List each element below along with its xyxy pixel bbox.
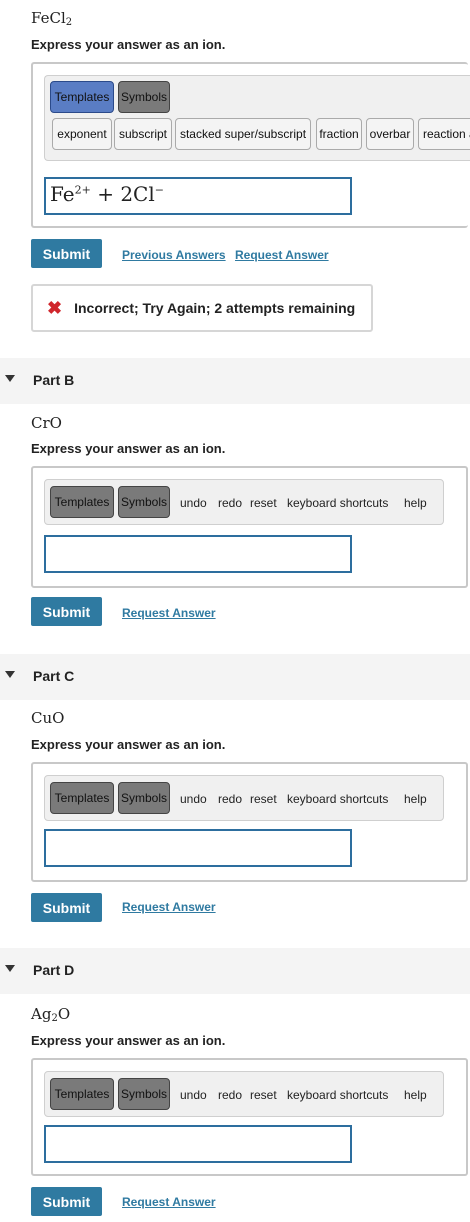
- part-d-request-answer-link[interactable]: Request Answer: [122, 1195, 216, 1209]
- previous-answers-link[interactable]: Previous Answers: [122, 248, 226, 262]
- undo-button[interactable]: undo: [180, 1088, 207, 1102]
- part-b-formula: CrO: [31, 414, 62, 432]
- part-d-submit-button[interactable]: Submit: [31, 1187, 102, 1216]
- overbar-button[interactable]: overbar: [366, 118, 414, 150]
- part-c-editor: Templates Symbols undo redo reset keyboa…: [31, 762, 468, 882]
- help-button[interactable]: help: [404, 792, 427, 806]
- part-c-title: Part C: [33, 668, 75, 684]
- keyboard-shortcuts-button[interactable]: keyboard shortcuts: [287, 496, 388, 510]
- part-b-header[interactable]: Part B: [0, 358, 470, 404]
- part-a-submit-button[interactable]: Submit: [31, 239, 102, 268]
- part-a-answer-input[interactable]: Fe2+ + 2Cl−: [44, 177, 352, 215]
- part-c-toolbar: Templates Symbols undo redo reset keyboa…: [44, 775, 444, 821]
- keyboard-shortcuts-button[interactable]: keyboard shortcuts: [287, 792, 388, 806]
- collapse-arrow-icon: [5, 375, 15, 382]
- part-b-answer-input[interactable]: [44, 535, 352, 573]
- reset-button[interactable]: reset: [250, 496, 277, 510]
- redo-button[interactable]: redo: [218, 792, 242, 806]
- part-d-title: Part D: [33, 962, 75, 978]
- help-button[interactable]: help: [404, 1088, 427, 1102]
- part-d-instruction: Express your answer as an ion.: [31, 1033, 226, 1048]
- collapse-arrow-icon: [5, 671, 15, 678]
- part-d-editor: Templates Symbols undo redo reset keyboa…: [31, 1058, 468, 1176]
- part-c-header[interactable]: Part C: [0, 654, 470, 700]
- part-b-title: Part B: [33, 372, 75, 388]
- reset-button[interactable]: reset: [250, 1088, 277, 1102]
- part-c-answer-input[interactable]: [44, 829, 352, 867]
- undo-button[interactable]: undo: [180, 792, 207, 806]
- subscript-button[interactable]: subscript: [114, 118, 172, 150]
- symbols-button[interactable]: Symbols: [118, 486, 170, 518]
- undo-button[interactable]: undo: [180, 496, 207, 510]
- redo-button[interactable]: redo: [218, 496, 242, 510]
- stacked-script-button[interactable]: stacked super/subscript: [175, 118, 311, 150]
- redo-button[interactable]: redo: [218, 1088, 242, 1102]
- help-button[interactable]: help: [404, 496, 427, 510]
- part-c-instruction: Express your answer as an ion.: [31, 737, 226, 752]
- symbols-button[interactable]: Symbols: [118, 782, 170, 814]
- part-a-instruction: Express your answer as an ion.: [31, 37, 226, 52]
- part-b-submit-button[interactable]: Submit: [31, 597, 102, 626]
- exponent-button[interactable]: exponent: [52, 118, 112, 150]
- symbols-button[interactable]: Symbols: [118, 81, 170, 113]
- collapse-arrow-icon: [5, 965, 15, 972]
- part-b-instruction: Express your answer as an ion.: [31, 441, 226, 456]
- keyboard-shortcuts-button[interactable]: keyboard shortcuts: [287, 1088, 388, 1102]
- part-b-editor: Templates Symbols undo redo reset keyboa…: [31, 466, 468, 588]
- part-d-toolbar: Templates Symbols undo redo reset keyboa…: [44, 1071, 444, 1117]
- part-b-toolbar: Templates Symbols undo redo reset keyboa…: [44, 479, 444, 525]
- part-d-header[interactable]: Part D: [0, 948, 470, 994]
- reset-button[interactable]: reset: [250, 792, 277, 806]
- part-c-formula: CuO: [31, 709, 65, 727]
- part-a-toolbar: Templates Symbols exponent subscript sta…: [44, 75, 470, 161]
- templates-button[interactable]: Templates: [50, 81, 114, 113]
- part-c-submit-button[interactable]: Submit: [31, 893, 102, 922]
- part-b-request-answer-link[interactable]: Request Answer: [122, 606, 216, 620]
- part-a-formula: FeCl2: [31, 9, 73, 28]
- part-d-answer-input[interactable]: [44, 1125, 352, 1163]
- part-a-request-answer-link[interactable]: Request Answer: [235, 248, 329, 262]
- fraction-button[interactable]: fraction: [316, 118, 362, 150]
- templates-button[interactable]: Templates: [50, 486, 114, 518]
- incorrect-icon: ✖: [47, 297, 63, 318]
- part-a-answer-text: Fe2+ + 2Cl−: [50, 182, 164, 206]
- part-d-formula: Ag2O: [31, 1005, 71, 1024]
- reaction-arrow-button[interactable]: reaction a: [418, 118, 470, 150]
- part-c-request-answer-link[interactable]: Request Answer: [122, 900, 216, 914]
- feedback-message: Incorrect; Try Again; 2 attempts remaini…: [74, 300, 356, 316]
- symbols-button[interactable]: Symbols: [118, 1078, 170, 1110]
- templates-button[interactable]: Templates: [50, 782, 114, 814]
- templates-button[interactable]: Templates: [50, 1078, 114, 1110]
- feedback-box: ✖ Incorrect; Try Again; 2 attempts remai…: [31, 284, 373, 332]
- part-a-editor: Templates Symbols exponent subscript sta…: [31, 62, 470, 228]
